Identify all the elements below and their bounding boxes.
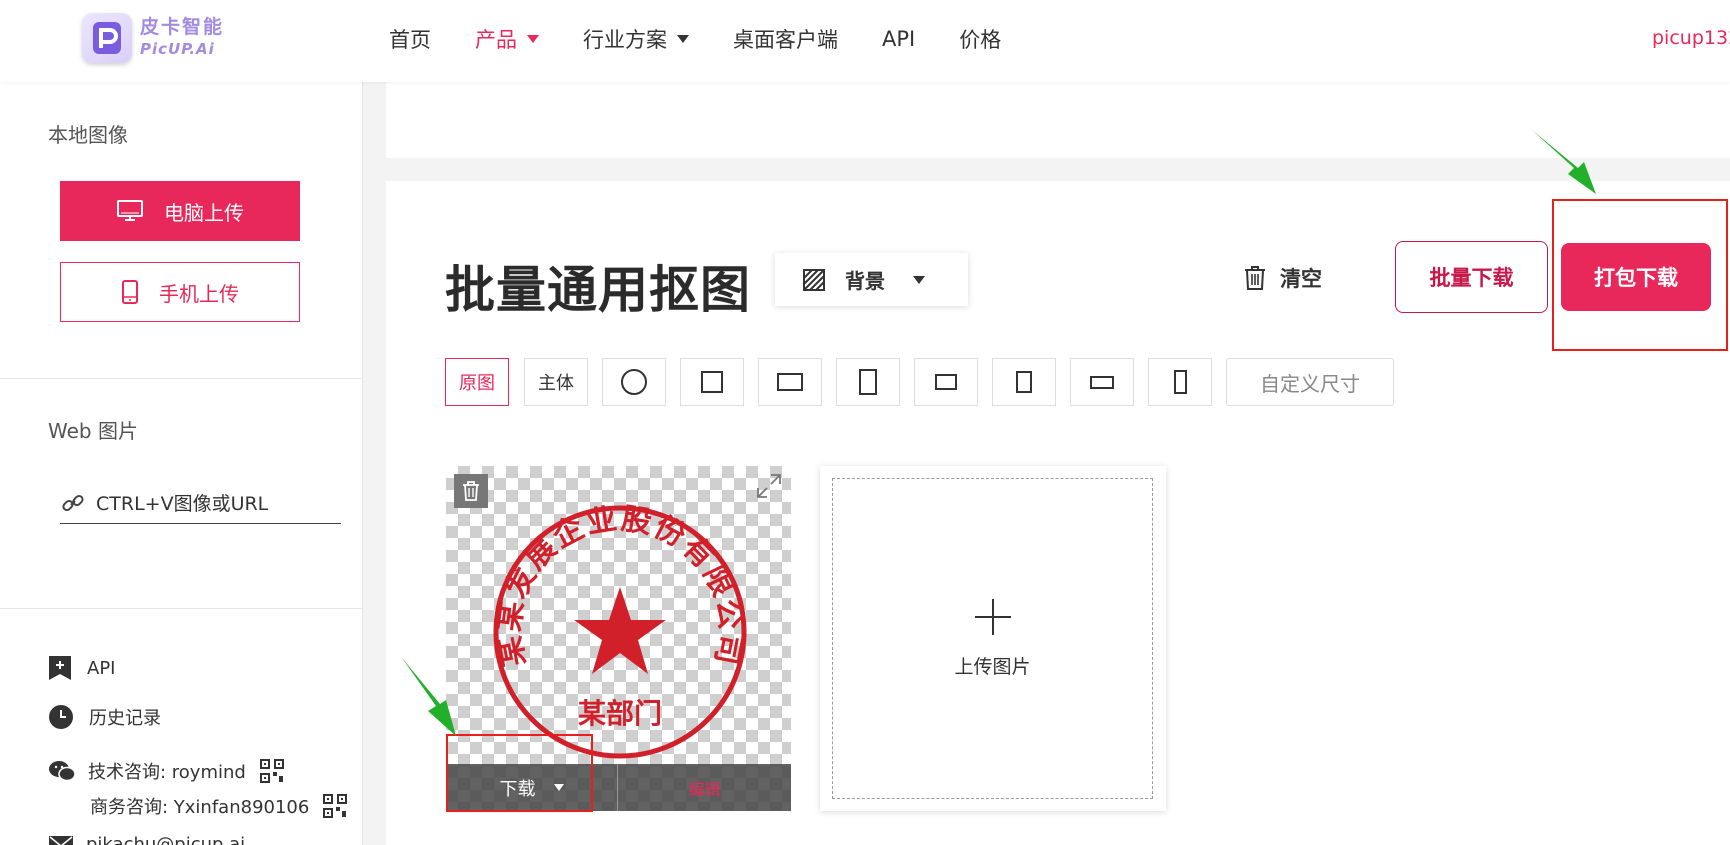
clock-icon (49, 705, 73, 729)
mail-icon (49, 835, 73, 845)
tall-rect-icon (1173, 370, 1187, 394)
divider (0, 378, 363, 379)
nav-desktop-client[interactable]: 桌面客户端 (733, 24, 838, 54)
card-delete-button[interactable] (454, 474, 488, 508)
phone-icon (122, 280, 138, 304)
sidebar: 本地图像 电脑上传 手机上传 Web 图片 CTRL+V图像或URL API 历… (0, 82, 363, 845)
url-paste-input[interactable]: CTRL+V图像或URL (60, 482, 341, 524)
highlight-box (1552, 199, 1728, 351)
web-image-title: Web 图片 (48, 419, 138, 443)
nav-products[interactable]: 产品 (475, 24, 539, 54)
logo[interactable]: 皮卡智能 PicUP.Ai (82, 13, 224, 63)
upload-label: 上传图片 (954, 656, 1031, 678)
batch-download-button[interactable]: 批量下载 (1395, 241, 1548, 313)
background-pattern-icon (803, 268, 825, 291)
email-contact: pikachu@picup.ai (48, 834, 245, 845)
user-account[interactable]: picup132 (1652, 27, 1730, 49)
clear-button[interactable]: 清空 (1244, 263, 1322, 293)
size-landscape-3-2[interactable] (914, 358, 978, 406)
size-portrait-9-16[interactable] (1148, 358, 1212, 406)
custom-size-button[interactable]: 自定义尺寸 (1226, 358, 1394, 406)
api-bookmark-icon (49, 656, 71, 680)
divider (0, 608, 363, 609)
stamp-dept-text: 某部门 (578, 697, 662, 730)
size-landscape-4-3[interactable] (758, 358, 822, 406)
circle-icon (621, 369, 647, 395)
top-panel (386, 82, 1730, 158)
size-original[interactable]: 原图 (445, 358, 509, 406)
expand-icon (757, 474, 781, 498)
history-link[interactable]: 历史记录 (48, 704, 161, 730)
pc-upload-button[interactable]: 电脑上传 (60, 181, 300, 241)
qr-code-icon[interactable] (323, 794, 348, 818)
trash-icon (1245, 266, 1265, 290)
size-square[interactable] (680, 358, 744, 406)
main-nav: 首页 产品 行业方案 桌面客户端 API 价格 (389, 24, 1045, 54)
landscape-rect-icon (935, 374, 957, 390)
arrow-icon (402, 658, 456, 736)
highlight-box (446, 734, 593, 812)
trash-icon (463, 481, 479, 501)
logo-icon (82, 13, 132, 63)
card-expand-button[interactable] (755, 472, 783, 504)
local-image-title: 本地图像 (48, 123, 128, 147)
arrow-icon (1532, 130, 1596, 194)
nav-pricing[interactable]: 价格 (959, 24, 1001, 54)
chevron-down-icon (527, 35, 539, 43)
link-icon (62, 494, 84, 511)
chevron-down-icon (913, 275, 925, 284)
size-subject[interactable]: 主体 (524, 358, 588, 406)
wide-rect-icon (1090, 375, 1114, 389)
size-portrait-2-3[interactable] (992, 358, 1056, 406)
mobile-upload-button[interactable]: 手机上传 (60, 262, 300, 322)
page-title: 批量通用抠图 (445, 261, 751, 319)
square-icon (701, 371, 723, 393)
portrait-rect-icon (859, 369, 877, 395)
nav-api[interactable]: API (882, 27, 915, 51)
card-edit-button[interactable]: 编辑 (618, 764, 791, 811)
stamp-image: 某某发展企业股份有限公司 某部门 (492, 503, 747, 759)
nav-industry-solutions[interactable]: 行业方案 (583, 24, 689, 54)
chevron-down-icon (677, 35, 689, 43)
monitor-icon (117, 200, 143, 221)
size-landscape-16-9[interactable] (1070, 358, 1134, 406)
qr-code-icon[interactable] (259, 759, 284, 783)
landscape-rect-icon (777, 373, 803, 391)
upload-dropzone[interactable]: 上传图片 (832, 478, 1153, 799)
top-header: 皮卡智能 PicUP.Ai 首页 产品 行业方案 桌面客户端 API 价格 pi… (0, 0, 1730, 82)
nav-home[interactable]: 首页 (389, 24, 431, 54)
portrait-rect-icon (1016, 371, 1032, 393)
business-contact: 商务咨询: Yxinfan890106 (90, 793, 348, 819)
logo-cn-text: 皮卡智能 (140, 16, 225, 38)
logo-en-text: PicUP.Ai (140, 40, 215, 58)
api-link[interactable]: API (48, 655, 115, 681)
tech-contact: 技术咨询: roymind (48, 758, 284, 784)
plus-icon (974, 599, 1011, 635)
size-circle[interactable] (602, 358, 666, 406)
size-portrait-3-4[interactable] (836, 358, 900, 406)
background-select[interactable]: 背景 (775, 253, 968, 306)
upload-card[interactable]: 上传图片 (820, 466, 1166, 811)
wechat-icon (49, 761, 76, 782)
